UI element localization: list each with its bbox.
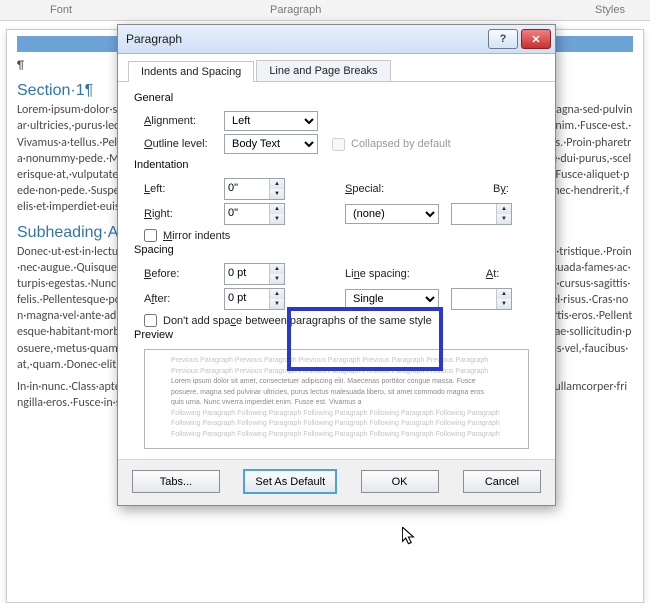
button-row: Tabs... Set As Default OK Cancel [118, 459, 555, 505]
spacing-after-input[interactable] [225, 289, 269, 307]
indent-left-spinner[interactable]: ▲▼ [224, 178, 285, 200]
group-label-preview: Preview [134, 327, 539, 345]
line-spacing-label: Line spacing: [345, 268, 410, 280]
spacing-before-label: Before: [134, 268, 224, 280]
group-label-spacing: Spacing [134, 242, 539, 260]
at-label: At: [486, 268, 499, 280]
preview-line: quis urna. Nunc viverra imperdiet enim. … [171, 398, 502, 409]
dialog-title: Paragraph [126, 32, 485, 46]
preview-line: posuere, magna sed pulvinar ultricies, p… [171, 388, 502, 399]
at-input[interactable] [452, 289, 496, 307]
spacing-before-input[interactable] [225, 264, 269, 282]
dont-add-space-checkbox[interactable] [144, 314, 157, 327]
alignment-select[interactable]: Left [224, 111, 318, 131]
special-label: Special: [285, 183, 433, 195]
outline-level-label: Outline level: [134, 138, 224, 150]
cancel-button[interactable]: Cancel [463, 470, 541, 493]
collapsed-checkbox [332, 138, 345, 151]
group-spacing: Spacing Before: ▲▼ Line spacing: At: Aft… [134, 242, 539, 327]
dialog-body: General Alignment: Left Outline level: B… [118, 82, 555, 459]
spin-up-icon[interactable]: ▲ [270, 179, 284, 189]
group-label-general: General [134, 90, 539, 108]
spin-down-icon[interactable]: ▼ [270, 189, 284, 199]
spin-up-icon[interactable]: ▲ [497, 204, 511, 214]
by-spinner[interactable]: ▲▼ [451, 203, 512, 225]
indent-right-input[interactable] [225, 204, 269, 222]
paragraph-dialog: Paragraph ? ✕ Indents and Spacing Line a… [117, 24, 556, 506]
help-button[interactable]: ? [488, 29, 518, 49]
title-bar[interactable]: Paragraph ? ✕ [118, 25, 555, 54]
indent-left-input[interactable] [225, 179, 269, 197]
spin-down-icon[interactable]: ▼ [497, 214, 511, 224]
indent-left-label: Left: [134, 183, 224, 195]
spin-up-icon[interactable]: ▲ [270, 204, 284, 214]
set-as-default-button[interactable]: Set As Default [244, 470, 336, 493]
mirror-indents-checkbox[interactable] [144, 229, 157, 242]
tabs-button[interactable]: Tabs... [132, 470, 220, 493]
preview-line: Following Paragraph Following Paragraph … [171, 419, 502, 430]
dialog-tabs: Indents and Spacing Line and Page Breaks [118, 54, 555, 82]
spacing-after-spinner[interactable]: ▲▼ [224, 288, 285, 310]
alignment-label: Alignment: [134, 115, 224, 127]
special-select[interactable]: (none) [345, 204, 439, 224]
group-preview: Preview Previous Paragraph Previous Para… [134, 327, 539, 449]
by-label: By: [493, 183, 509, 195]
preview-line: Following Paragraph Following Paragraph … [171, 430, 502, 441]
spacing-before-spinner[interactable]: ▲▼ [224, 263, 285, 285]
preview-line: Following Paragraph Following Paragraph … [171, 409, 502, 420]
preview-line: Previous Paragraph Previous Paragraph Pr… [171, 367, 502, 378]
indent-right-spinner[interactable]: ▲▼ [224, 203, 285, 225]
group-label-indentation: Indentation [134, 157, 539, 175]
mirror-indents-label: Mirror indents [163, 230, 230, 242]
preview-box: Previous Paragraph Previous Paragraph Pr… [144, 349, 529, 449]
preview-line: Lorem ipsum dolor sit amet, consectetuer… [171, 377, 502, 388]
close-button[interactable]: ✕ [521, 29, 551, 49]
spin-up-icon[interactable]: ▲ [270, 264, 284, 274]
tab-indents-spacing[interactable]: Indents and Spacing [128, 61, 254, 82]
spin-down-icon[interactable]: ▼ [270, 274, 284, 284]
ribbon-group-font: Font [50, 4, 72, 16]
ribbon-strip: Font Paragraph Styles [0, 0, 650, 21]
preview-line: Previous Paragraph Previous Paragraph Pr… [171, 356, 502, 367]
ribbon-group-paragraph: Paragraph [270, 4, 321, 16]
ribbon-group-styles: Styles [595, 4, 625, 16]
dont-add-space-label: Don't add space between paragraphs of th… [163, 315, 432, 327]
cursor-icon [402, 527, 416, 547]
spin-down-icon[interactable]: ▼ [497, 299, 511, 309]
tab-line-page-breaks[interactable]: Line and Page Breaks [256, 60, 390, 81]
collapsed-label: Collapsed by default [351, 138, 451, 150]
spin-down-icon[interactable]: ▼ [270, 214, 284, 224]
spacing-after-label: After: [134, 293, 224, 305]
line-spacing-select[interactable]: Single [345, 289, 439, 309]
indent-right-label: Right: [134, 208, 224, 220]
by-input[interactable] [452, 204, 496, 222]
group-indentation: Indentation Left: ▲▼ Special: By: Right:… [134, 157, 539, 242]
outline-level-select[interactable]: Body Text [224, 134, 318, 154]
spin-up-icon[interactable]: ▲ [497, 289, 511, 299]
spin-up-icon[interactable]: ▲ [270, 289, 284, 299]
spin-down-icon[interactable]: ▼ [270, 299, 284, 309]
group-general: General Alignment: Left Outline level: B… [134, 90, 539, 154]
at-spinner[interactable]: ▲▼ [451, 288, 512, 310]
ok-button[interactable]: OK [361, 470, 439, 493]
